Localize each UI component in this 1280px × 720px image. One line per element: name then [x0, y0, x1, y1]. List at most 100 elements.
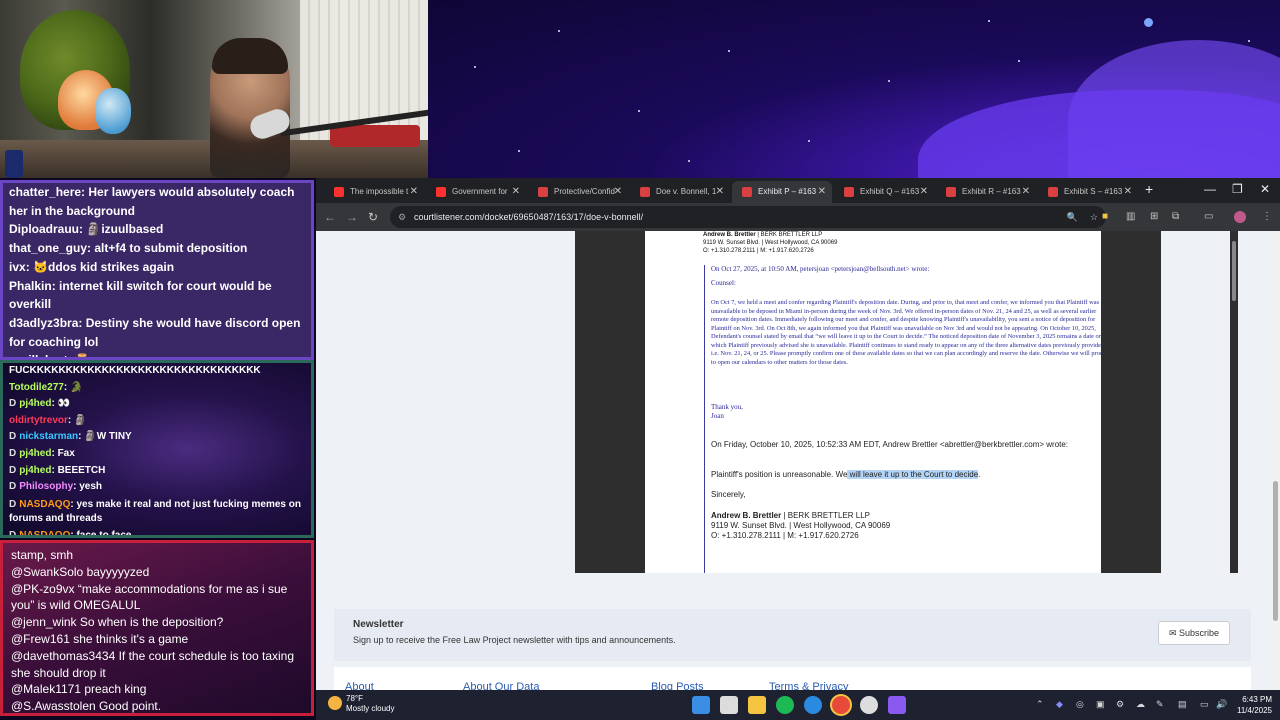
maximize-icon[interactable]: ❐ — [1232, 182, 1243, 196]
spotify-icon[interactable] — [776, 696, 794, 714]
menu-icon[interactable]: ⋮ — [1262, 211, 1272, 222]
profile-avatar[interactable] — [1234, 211, 1246, 223]
browser-tab[interactable]: Exhibit R – #163 ✕ — [936, 181, 1036, 203]
start-icon[interactable] — [692, 696, 710, 714]
subscribe-label: Subscribe — [1179, 628, 1220, 638]
edge-icon[interactable] — [804, 696, 822, 714]
puzzle-icon[interactable]: ⧉ — [1172, 211, 1179, 222]
sidebar-icon[interactable]: ▭ — [1204, 211, 1213, 222]
chat-username[interactable]: @davethomas3434 — [11, 649, 115, 663]
chat-text: izuul — [101, 222, 129, 237]
page-scrollbar[interactable] — [1271, 231, 1280, 690]
chat-username[interactable]: @Malek1171 — [11, 682, 81, 696]
minimize-icon[interactable]: — — [1204, 182, 1216, 196]
chat-text: alt+f4 to submit deposition — [94, 241, 248, 256]
tab-close-icon[interactable]: ✕ — [410, 181, 418, 203]
footer-link-terms[interactable]: Terms & Privacy — [769, 681, 848, 690]
task-view-icon[interactable] — [720, 696, 738, 714]
mail-icon: ✉ — [1168, 628, 1179, 638]
new-tab-button[interactable]: + — [1145, 181, 1153, 197]
volume-icon[interactable]: 🔊 — [1216, 699, 1227, 710]
chat-username[interactable]: Phalkin — [9, 279, 52, 293]
chat-username[interactable]: Philosophy — [19, 481, 73, 492]
tray-app-icon[interactable]: ◎ — [1076, 699, 1084, 710]
battery-icon[interactable]: ▭ — [1200, 699, 1209, 710]
chat-username[interactable]: pj4hed — [19, 398, 51, 409]
tab-close-icon[interactable]: ✕ — [716, 181, 724, 203]
tray-chevron-icon[interactable]: ⌃ — [1036, 699, 1044, 710]
address-bar[interactable]: ⚙ courtlistener.com/docket/69650487/163/… — [390, 206, 1106, 228]
chat-message: @SwankSolo bayyyyyzed — [3, 564, 311, 581]
tab-close-icon[interactable]: ✕ — [512, 181, 520, 203]
chat-panel-top: chatter_here: Her lawyers would absolute… — [0, 180, 314, 360]
chat-username[interactable]: oldirtytrevor — [9, 415, 68, 426]
star — [688, 160, 690, 162]
network-icon[interactable]: ▤ — [1178, 699, 1187, 710]
chat-username[interactable]: d3adlyz3bra — [9, 316, 78, 330]
chrome-icon[interactable] — [832, 696, 850, 714]
chat-username[interactable]: ivx — [9, 260, 26, 274]
browser-tab[interactable]: Exhibit S – #163 ✕ — [1038, 181, 1138, 203]
subscribe-button[interactable]: ✉ Subscribe — [1158, 621, 1230, 645]
chat-username[interactable]: chatter_here — [9, 185, 81, 199]
tray-app-icon[interactable]: ☁ — [1136, 699, 1145, 710]
chat-username[interactable]: NASDAQQ — [19, 499, 70, 510]
browser-tab[interactable]: Protective/Confid ✕ — [528, 181, 628, 203]
chat-username[interactable]: Totodile277 — [9, 382, 64, 393]
chat-username[interactable]: Diploadrauu — [9, 222, 79, 236]
tray-app-icon[interactable]: ✎ — [1156, 699, 1164, 710]
pdf-scrollbar-thumb[interactable] — [1232, 241, 1236, 301]
browser-tab[interactable]: Doe v. Bonnell, 1 ✕ — [630, 181, 730, 203]
folder-icon[interactable]: ■ — [1102, 211, 1108, 222]
reply-signoff: Sincerely, — [711, 490, 746, 499]
chat-username[interactable]: @jenn_wink — [11, 615, 77, 629]
settings-icon[interactable] — [860, 696, 878, 714]
tab-close-icon[interactable]: ✕ — [818, 181, 826, 203]
chat-username[interactable]: rguillebert — [9, 353, 68, 357]
close-window-icon[interactable]: ✕ — [1260, 182, 1270, 196]
chat-username[interactable]: @S.Awasstolen — [11, 699, 96, 713]
forward-icon[interactable]: → — [346, 210, 358, 224]
obs-icon[interactable] — [888, 696, 906, 714]
chat-separator: : — [78, 315, 86, 330]
chat-username[interactable]: @Frew161 — [11, 632, 70, 646]
chat-username[interactable]: NASDAQQ — [19, 530, 70, 535]
chat-badge-icon: D — [9, 498, 17, 510]
browser-tab[interactable]: The impossible t ✕ — [324, 181, 424, 203]
tray-app-icon[interactable]: ◆ — [1056, 699, 1063, 710]
bookmark-star-icon[interactable]: ☆ — [1090, 206, 1098, 228]
tab-title: Government for — [452, 187, 508, 196]
tray-app-icon[interactable]: ▣ — [1096, 699, 1105, 710]
footer-link-blog[interactable]: Blog Posts — [651, 681, 704, 690]
reload-icon[interactable]: ↻ — [368, 210, 378, 224]
browser-tab[interactable]: Exhibit P – #163 ✕ — [732, 181, 832, 203]
highlighted-text: will leave it up to the Court to decide — [847, 470, 979, 479]
pdf-scrollbar[interactable] — [1230, 231, 1238, 573]
chat-username[interactable]: @SwankSolo — [11, 565, 83, 579]
chat-username[interactable]: pj4hed — [19, 465, 51, 476]
chat-text: Fax — [57, 447, 75, 459]
zoom-icon[interactable]: 🔍 — [1067, 206, 1078, 228]
tab-close-icon[interactable]: ✕ — [614, 181, 622, 203]
chat-text: face to face — [76, 529, 132, 538]
footer-link-about[interactable]: About — [345, 681, 374, 690]
star — [888, 80, 890, 82]
chat-username[interactable]: that_one_guy — [9, 241, 87, 255]
system-clock[interactable]: 6:43 PM 11/4/2025 — [1232, 694, 1272, 716]
tab-close-icon[interactable]: ✕ — [1124, 181, 1132, 203]
page-scrollbar-thumb[interactable] — [1273, 481, 1278, 621]
tab-close-icon[interactable]: ✕ — [920, 181, 928, 203]
chat-username[interactable]: pj4hed — [19, 448, 51, 459]
back-icon[interactable]: ← — [324, 210, 336, 224]
site-info-icon[interactable]: ⚙ — [398, 206, 406, 228]
file-explorer-icon[interactable] — [748, 696, 766, 714]
browser-tab[interactable]: Government for ✕ — [426, 181, 526, 203]
footer-link-about-data[interactable]: About Our Data — [463, 681, 539, 690]
chat-username[interactable]: @PK-zo9vx — [11, 582, 75, 596]
extension-icon[interactable]: ⊞ — [1150, 211, 1158, 222]
chat-username[interactable]: nickstarman — [19, 431, 78, 442]
browser-tab[interactable]: Exhibit Q – #163 ✕ — [834, 181, 934, 203]
trash-icon[interactable]: ▥ — [1126, 211, 1135, 222]
steam-icon[interactable]: ⚙ — [1116, 699, 1124, 710]
tab-close-icon[interactable]: ✕ — [1022, 181, 1030, 203]
